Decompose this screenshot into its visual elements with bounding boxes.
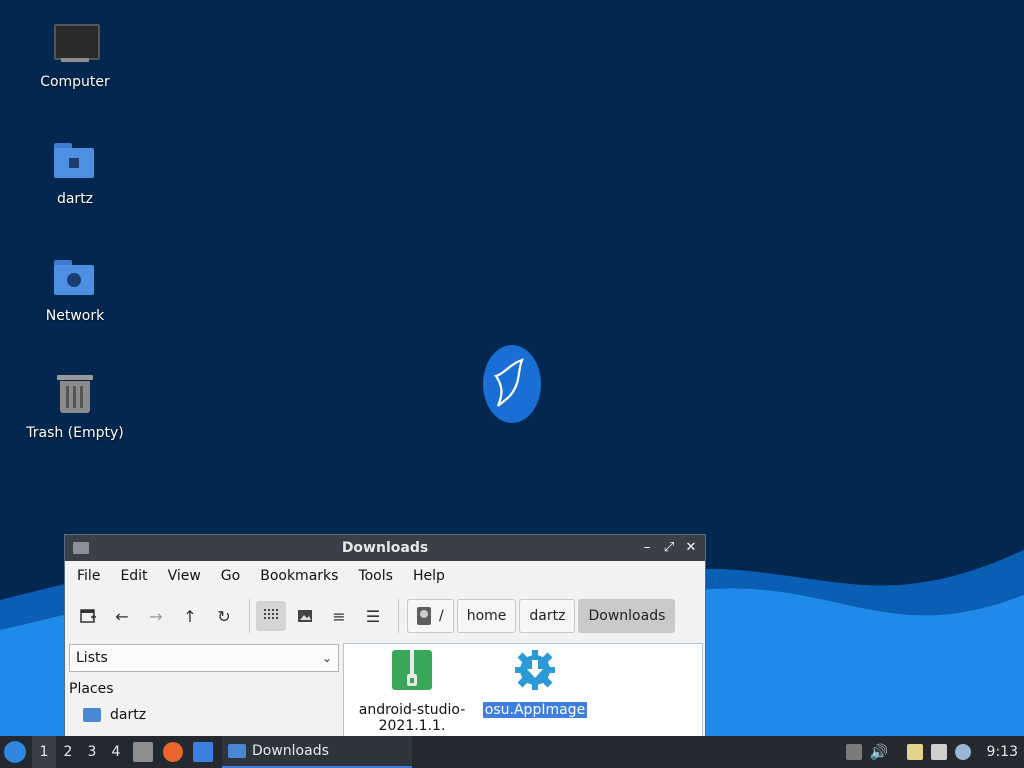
desktop-icon-label: dartz bbox=[56, 191, 94, 207]
home-folder-icon bbox=[51, 139, 99, 187]
side-pane-mode-select[interactable]: Lists ⌄ bbox=[69, 644, 339, 672]
breadcrumb-dartz[interactable]: dartz bbox=[519, 599, 576, 633]
file-view[interactable]: android-studio-2021.1.1. osu.AppImage bbox=[343, 643, 703, 743]
desktop-icon-computer[interactable]: Computer bbox=[15, 22, 135, 90]
download-gear-icon bbox=[515, 650, 555, 690]
start-menu-icon[interactable] bbox=[4, 741, 26, 763]
home-folder-icon bbox=[83, 708, 101, 722]
new-tab-icon[interactable] bbox=[73, 601, 103, 631]
menu-edit[interactable]: Edit bbox=[108, 568, 155, 584]
network-icon[interactable] bbox=[930, 744, 947, 760]
clock[interactable]: 9:13 bbox=[987, 744, 1018, 760]
thumbnail-view-icon[interactable] bbox=[290, 601, 320, 631]
breadcrumb-root[interactable]: / bbox=[407, 599, 454, 633]
desktop-icon-trash[interactable]: Trash (Empty) bbox=[15, 373, 135, 441]
task-label: Downloads bbox=[252, 743, 329, 759]
places-heading: Places bbox=[69, 681, 114, 697]
task-downloads[interactable]: Downloads bbox=[222, 736, 412, 768]
workspace-3[interactable]: 3 bbox=[80, 736, 104, 768]
eject-icon[interactable] bbox=[845, 744, 862, 760]
network-folder-icon bbox=[51, 256, 99, 304]
firefox-icon[interactable] bbox=[163, 742, 183, 762]
breadcrumb: / home dartz Downloads bbox=[407, 599, 678, 633]
toolbar: ← → ↑ ↻ ≡ ☰ / home dartz Downloads bbox=[65, 591, 705, 641]
clipboard-icon[interactable] bbox=[906, 744, 923, 760]
file-label: android-studio-2021.1.1. bbox=[358, 702, 466, 734]
reload-icon[interactable]: ↻ bbox=[209, 601, 239, 631]
breadcrumb-home[interactable]: home bbox=[456, 599, 517, 633]
workspace-4[interactable]: 4 bbox=[104, 736, 128, 768]
file-manager-launcher-icon[interactable] bbox=[133, 742, 153, 762]
file-item[interactable]: android-studio-2021.1.1. bbox=[350, 650, 474, 734]
hummingbird-logo bbox=[483, 345, 541, 423]
detailed-list-icon[interactable]: ☰ bbox=[358, 601, 388, 631]
breadcrumb-downloads[interactable]: Downloads bbox=[578, 599, 676, 633]
trash-icon bbox=[51, 373, 99, 421]
breadcrumb-label: Downloads bbox=[588, 608, 666, 624]
compact-view-icon[interactable]: ≡ bbox=[324, 601, 354, 631]
drive-icon bbox=[417, 607, 431, 625]
system-tray: 🔊 9:13 bbox=[845, 743, 1018, 761]
file-item[interactable]: osu.AppImage bbox=[480, 650, 590, 718]
folder-icon bbox=[228, 744, 246, 758]
places-item-label: dartz bbox=[110, 707, 147, 723]
desktop-icon-home[interactable]: dartz bbox=[15, 139, 135, 207]
desktop-show-icon[interactable] bbox=[193, 742, 213, 762]
toolbar-separator bbox=[398, 599, 399, 633]
select-value: Lists bbox=[76, 650, 108, 666]
desktop-icon-label: Network bbox=[45, 308, 105, 324]
places-item-dartz[interactable]: dartz bbox=[83, 707, 146, 723]
update-notifier-icon[interactable] bbox=[954, 744, 971, 760]
desktop-icon-label: Trash (Empty) bbox=[26, 425, 124, 441]
window-title: Downloads bbox=[341, 540, 429, 556]
back-arrow-icon[interactable]: ← bbox=[107, 601, 137, 631]
menu-help[interactable]: Help bbox=[401, 568, 453, 584]
file-manager-window[interactable]: Downloads – ⤢ ✕ File Edit View Go Bookma… bbox=[64, 534, 706, 744]
chevron-down-icon: ⌄ bbox=[321, 651, 332, 665]
breadcrumb-label: dartz bbox=[529, 608, 566, 624]
workspace-1[interactable]: 1 bbox=[32, 736, 56, 768]
menu-bookmarks[interactable]: Bookmarks bbox=[248, 568, 346, 584]
menu-file[interactable]: File bbox=[65, 568, 108, 584]
menu-tools[interactable]: Tools bbox=[346, 568, 401, 584]
side-pane: Lists ⌄ Places dartz bbox=[65, 641, 343, 743]
up-arrow-icon[interactable]: ↑ bbox=[175, 601, 205, 631]
volume-icon[interactable]: 🔊 bbox=[870, 743, 889, 761]
breadcrumb-label: / bbox=[439, 608, 444, 624]
menu-go[interactable]: Go bbox=[209, 568, 248, 584]
toolbar-separator bbox=[249, 599, 250, 633]
taskbar: 1 2 3 4 Downloads 🔊 9:13 bbox=[0, 736, 1024, 768]
workspace-2[interactable]: 2 bbox=[56, 736, 80, 768]
computer-icon bbox=[51, 22, 100, 70]
file-label: osu.AppImage bbox=[482, 702, 588, 718]
icon-view-icon[interactable] bbox=[256, 601, 286, 631]
folder-icon bbox=[73, 542, 89, 554]
breadcrumb-label: home bbox=[466, 608, 507, 624]
archive-icon bbox=[392, 650, 432, 690]
forward-arrow-icon[interactable]: → bbox=[141, 601, 171, 631]
close-icon[interactable]: ✕ bbox=[683, 539, 699, 557]
desktop-icon-network[interactable]: Network bbox=[15, 256, 135, 324]
maximize-icon[interactable]: ⤢ bbox=[661, 539, 677, 557]
menu-view[interactable]: View bbox=[156, 568, 209, 584]
desktop-icon-label: Computer bbox=[40, 74, 110, 90]
minimize-icon[interactable]: – bbox=[639, 539, 655, 557]
menu-bar: File Edit View Go Bookmarks Tools Help bbox=[65, 561, 705, 591]
title-bar[interactable]: Downloads – ⤢ ✕ bbox=[65, 535, 705, 561]
